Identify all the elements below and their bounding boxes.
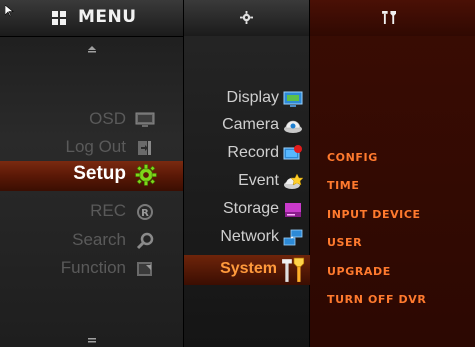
- submenu-item-storage[interactable]: Storage: [184, 197, 311, 224]
- system-item-input-device[interactable]: INPUT DEVICE: [327, 208, 421, 221]
- system-item-upgrade[interactable]: UPGRADE: [327, 265, 391, 278]
- grid-icon: [52, 11, 66, 25]
- scroll-down-icon[interactable]: [87, 337, 97, 347]
- storage-icon: [285, 203, 301, 217]
- function-icon: [137, 262, 152, 276]
- menu-item-label: OSD: [89, 109, 126, 128]
- submenu-item-label: System: [220, 260, 277, 277]
- scroll-up-icon[interactable]: [87, 44, 97, 54]
- system-item-config[interactable]: CONFIG: [327, 151, 378, 164]
- submenu-item-label: Event: [238, 172, 279, 189]
- system-item-turn-off-dvr[interactable]: TURN OFF DVR: [327, 293, 426, 306]
- menu-item-label: Log Out: [65, 137, 127, 156]
- main-menu-panel: MENU OSD Log Out Setup REC R Search Func…: [0, 0, 183, 347]
- svg-text:R: R: [141, 208, 149, 219]
- submenu-item-label: Storage: [222, 200, 279, 217]
- cursor-icon: [5, 5, 14, 17]
- network-icon: [283, 229, 303, 246]
- event-icon: [284, 173, 303, 189]
- menu-item-label: Search: [72, 230, 126, 249]
- monitor-icon: [135, 112, 155, 127]
- system-item-time[interactable]: TIME: [327, 179, 359, 192]
- setup-header: [184, 0, 309, 36]
- menu-header: MENU: [0, 0, 183, 37]
- menu-title: MENU: [78, 7, 137, 27]
- menu-item-logout[interactable]: Log Out: [0, 134, 183, 164]
- menu-item-search[interactable]: Search: [0, 227, 183, 257]
- menu-item-rec[interactable]: REC R: [0, 198, 183, 228]
- menu-item-osd[interactable]: OSD: [0, 106, 183, 136]
- submenu-item-camera[interactable]: Camera: [184, 113, 311, 140]
- submenu-item-event[interactable]: Event: [184, 169, 311, 196]
- system-item-user[interactable]: USER: [327, 236, 362, 249]
- display-icon: [283, 91, 303, 107]
- setup-submenu-panel: Display Camera Record Event Storage Netw…: [183, 0, 311, 347]
- gear-icon: [135, 164, 157, 186]
- gear-icon: [240, 11, 253, 24]
- menu-item-function[interactable]: Function: [0, 255, 183, 285]
- menu-item-label: Function: [60, 258, 126, 277]
- system-header: [310, 0, 475, 36]
- camera-icon: [284, 120, 302, 133]
- record-settings-icon: [283, 145, 302, 160]
- logout-icon: [138, 141, 151, 155]
- submenu-item-network[interactable]: Network: [184, 225, 311, 252]
- menu-item-label: REC: [90, 201, 126, 220]
- menu-item-label: Setup: [73, 163, 126, 184]
- system-submenu-panel: CONFIG TIME INPUT DEVICE USER UPGRADE TU…: [310, 0, 475, 347]
- menu-item-setup[interactable]: Setup: [0, 161, 183, 191]
- submenu-item-label: Camera: [222, 116, 279, 133]
- submenu-item-label: Network: [220, 228, 279, 245]
- submenu-item-label: Record: [227, 144, 279, 161]
- record-icon: R: [137, 204, 153, 220]
- tools-icon: [382, 11, 396, 24]
- submenu-item-system[interactable]: System: [184, 255, 311, 285]
- tools-icon: [282, 257, 305, 282]
- submenu-item-display[interactable]: Display: [184, 86, 311, 113]
- magnifier-icon: [136, 232, 154, 250]
- submenu-item-label: Display: [226, 89, 279, 106]
- submenu-item-record[interactable]: Record: [184, 141, 311, 168]
